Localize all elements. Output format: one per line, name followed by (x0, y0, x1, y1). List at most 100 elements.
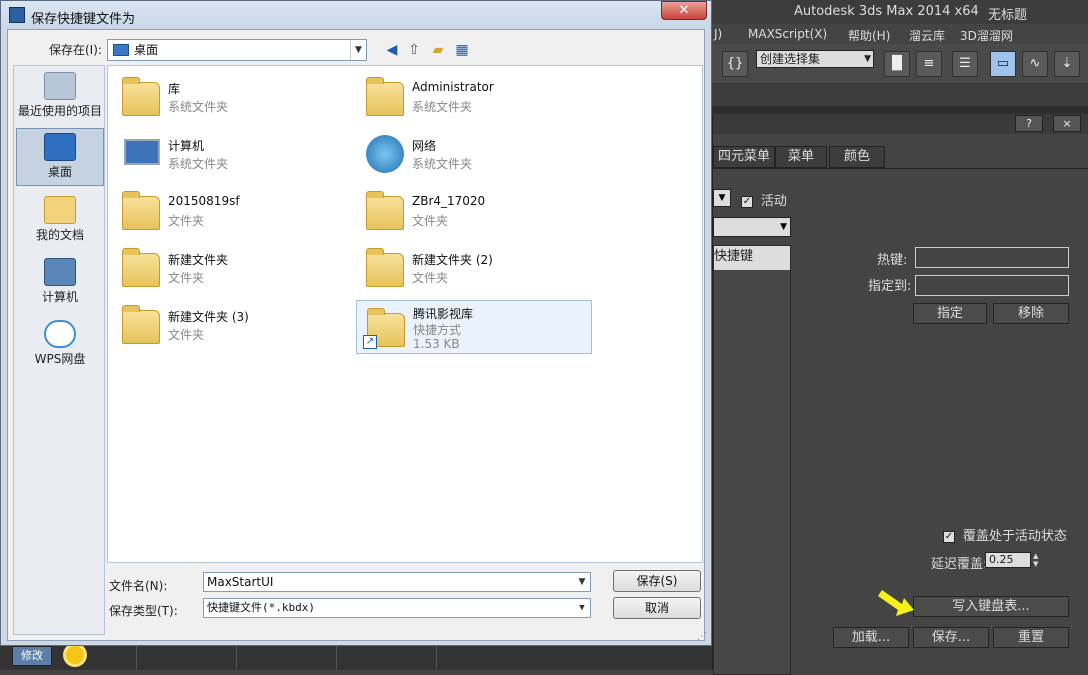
arrow-right-icon (878, 590, 914, 616)
override-checkbox[interactable]: ✓ 覆盖处于活动状态 (943, 525, 1067, 544)
file-list[interactable]: 库 系统文件夹 Administrator 系统文件夹 计算机 系统文件夹 网络… (107, 65, 703, 563)
list-item[interactable]: 新建文件夹 (2) 文件夹 (356, 241, 592, 295)
dialog-titlebar: 保存快捷键文件为 ✕ (1, 1, 711, 29)
save-in-value: 桌面 (134, 43, 159, 57)
place-desktop[interactable]: 桌面 (16, 128, 104, 186)
folder-icon (118, 302, 164, 348)
graphite-ribbon-icon[interactable]: ▭ (990, 51, 1016, 77)
list-item[interactable]: ZBr4_17020 文件夹 (356, 184, 592, 238)
place-computer-label: 计算机 (41, 290, 78, 304)
mirror-icon[interactable]: ▐▌ (884, 51, 910, 77)
assigned-to-label: 指定到: (868, 279, 912, 294)
list-item[interactable]: 计算机 系统文件夹 (112, 127, 348, 181)
assigned-to-field[interactable] (915, 275, 1069, 296)
sun-icon[interactable] (66, 646, 84, 664)
schematic-view-icon[interactable]: ⇣ (1054, 51, 1080, 77)
assign-button[interactable]: 指定 (913, 303, 987, 324)
tab-quad-menus[interactable]: 四元菜单 (713, 146, 775, 168)
back-icon[interactable]: ◀ (383, 41, 401, 59)
list-item[interactable]: 新建文件夹 (3) 文件夹 (112, 298, 348, 352)
curve-editor-icon[interactable]: ∿ (1022, 51, 1048, 77)
save-button[interactable]: 保存... (913, 627, 989, 648)
viewport-grid (136, 645, 536, 670)
item-type: 快捷方式 (413, 323, 462, 337)
item-name: 计算机 (168, 139, 205, 153)
panel-close-button[interactable]: × (1053, 115, 1081, 132)
up-folder-icon[interactable]: ⇧ (405, 41, 423, 59)
customize-titlebar: ? × (713, 114, 1088, 134)
place-wps[interactable]: WPS网盘 (16, 316, 104, 372)
filename-input[interactable]: MaxStartUI ▼ (203, 572, 591, 592)
place-recent[interactable]: 最近使用的项目 (16, 68, 104, 124)
place-desktop-label: 桌面 (47, 165, 72, 179)
tab-colors[interactable]: 颜色 (829, 146, 885, 168)
place-recent-label: 最近使用的项目 (17, 104, 102, 118)
place-computer[interactable]: 计算机 (16, 254, 104, 310)
chevron-down-icon: ▼ (578, 577, 586, 587)
tab-menus[interactable]: 菜单 (775, 146, 827, 168)
hotkey-field[interactable] (915, 247, 1069, 268)
item-type: 文件夹 (412, 271, 449, 285)
dialog-cancel-button[interactable]: 取消 (613, 597, 701, 619)
menu-item-3dliuliu[interactable]: 3D溜溜网 (960, 27, 1013, 44)
dialog-save-button[interactable]: 保存(S) (613, 570, 701, 592)
write-keyboard-chart-button[interactable]: 写入键盘表... (913, 596, 1069, 617)
view-menu-icon[interactable]: ▦ (453, 41, 471, 59)
layer-manager-icon[interactable]: ☰ (952, 51, 978, 77)
filetype-dropdown[interactable]: 快捷键文件(*.kbdx) ▼ (203, 598, 591, 618)
resize-grip-icon[interactable]: ⋰ (697, 631, 707, 642)
delay-spinner-arrows-icon[interactable]: ▲ ▼ (1033, 552, 1043, 568)
app-title: Autodesk 3ds Max 2014 x64 (794, 4, 979, 19)
folder-icon (362, 245, 408, 291)
list-item[interactable]: 新建文件夹 文件夹 (112, 241, 348, 295)
place-documents[interactable]: 我的文档 (16, 192, 104, 248)
place-documents-label: 我的文档 (35, 228, 84, 242)
item-name: 20150819sf (168, 194, 240, 208)
menu-item-j[interactable]: J) (714, 27, 722, 41)
menu-item-liuyunku[interactable]: 溜云库 (909, 27, 945, 44)
align-icon[interactable]: ≡ (916, 51, 942, 77)
list-item[interactable]: Administrator 系统文件夹 (356, 70, 592, 124)
item-type: 文件夹 (412, 214, 449, 228)
dialog-title: 保存快捷键文件为 (31, 12, 136, 27)
folder-icon (118, 245, 164, 291)
new-folder-icon[interactable]: ▰ (429, 41, 447, 59)
shortcut-arrow-icon: ↗ (363, 335, 377, 349)
list-item[interactable]: 库 系统文件夹 (112, 70, 348, 124)
list-item[interactable]: 网络 系统文件夹 (356, 127, 592, 181)
save-in-dropdown[interactable]: 桌面 ▼ (107, 39, 367, 61)
dialog-close-button[interactable]: ✕ (661, 1, 707, 20)
save-dialog: 保存快捷键文件为 ✕ 保存在(I): 桌面 ▼ ◀ ⇧ ▰ ▦ 最近使用的项目 … (0, 0, 712, 646)
list-item[interactable]: ↗ 腾讯影视库 快捷方式 1.53 KB (356, 300, 592, 354)
documents-icon (44, 196, 76, 224)
list-header-hotkey[interactable]: 快捷键 (714, 246, 790, 270)
help-button[interactable]: ? (1015, 115, 1043, 132)
action-list[interactable]: 快捷键 (713, 245, 791, 675)
filename-value: MaxStartUI (207, 575, 274, 589)
filetype-value: 快捷键文件(*.kbdx) (207, 601, 315, 614)
delay-spinner[interactable]: 0.25 (985, 552, 1031, 568)
remove-button[interactable]: 移除 (993, 303, 1069, 324)
active-checkbox[interactable]: ✓ 活动 (741, 190, 787, 209)
menu-item-maxscript[interactable]: MAXScript(X) (748, 27, 827, 41)
group-dropdown[interactable]: ▼ (713, 189, 731, 207)
menu-item-help[interactable]: 帮助(H) (848, 27, 890, 44)
selection-set-dropdown[interactable]: 创建选择集 (756, 50, 874, 68)
item-size: 1.53 KB (413, 337, 460, 351)
computer-icon (44, 258, 76, 286)
edit-named-selection-icon[interactable]: {} (722, 51, 748, 77)
load-button[interactable]: 加载... (833, 627, 909, 648)
list-item[interactable]: 20150819sf 文件夹 (112, 184, 348, 238)
hotkey-label: 热键: (877, 253, 908, 268)
reset-button[interactable]: 重置 (993, 627, 1069, 648)
modify-button[interactable]: 修改 (12, 646, 52, 666)
category-dropdown[interactable]: ▼ (713, 217, 791, 237)
item-name: 新建文件夹 (168, 253, 229, 267)
item-name: 网络 (412, 139, 437, 153)
place-wps-label: WPS网盘 (34, 352, 86, 366)
max-app-icon (9, 7, 25, 23)
item-type: 系统文件夹 (168, 157, 229, 171)
item-name: 新建文件夹 (2) (412, 253, 493, 267)
item-name: 库 (168, 82, 181, 96)
chevron-down-icon: ▼ (350, 40, 366, 60)
